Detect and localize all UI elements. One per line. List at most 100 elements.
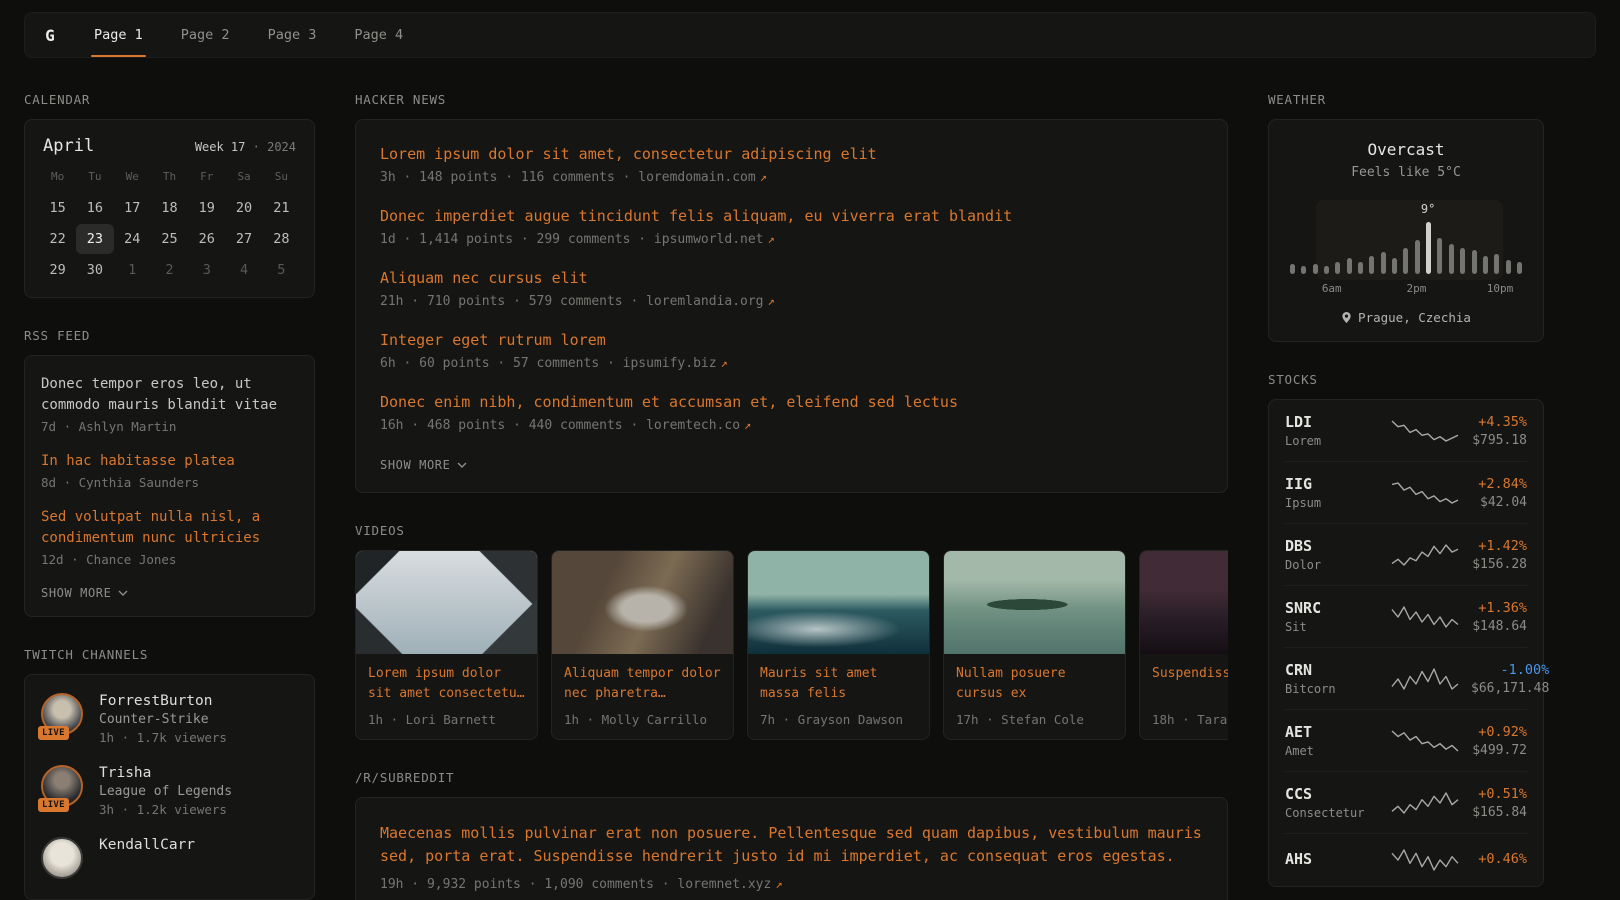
hn-story-title[interactable]: Donec imperdiet augue tincidunt felis al… xyxy=(380,206,1203,227)
tab-page-1[interactable]: Page 1 xyxy=(75,13,162,57)
weather-bar xyxy=(1313,264,1318,274)
calendar-day-header: Fr xyxy=(188,162,225,192)
calendar-day-header: Tu xyxy=(76,162,113,192)
weather-card: Overcast Feels like 5°C 9° 6am 2pm 10pm xyxy=(1268,119,1544,342)
stock-row[interactable]: CRN Bitcorn -1.00% $66,171.48 xyxy=(1285,647,1527,709)
subreddit-post-title[interactable]: Maecenas mollis pulvinar erat non posuer… xyxy=(380,822,1203,869)
rss-item-meta: 8d · Cynthia Saunders xyxy=(41,475,298,490)
videos-widget: VIDEOS Lorem ipsum dolor sit amet consec… xyxy=(355,523,1228,740)
external-link-icon: ↗ xyxy=(744,418,751,432)
twitch-channel[interactable]: LIVE ForrestBurton Counter-Strike 1h · 1… xyxy=(41,693,298,745)
channel-meta: 3h · 1.2k viewers xyxy=(99,802,232,817)
video-card[interactable]: Mauris sit amet massa felis 7h · Grayson… xyxy=(747,550,930,740)
stock-row[interactable]: SNRC Sit +1.36% $148.64 xyxy=(1285,585,1527,647)
twitch-widget: TWITCH CHANNELS LIVE ForrestBurton Count… xyxy=(24,647,315,900)
weather-bars xyxy=(1290,204,1522,274)
hn-story-title[interactable]: Integer eget rutrum lorem xyxy=(380,330,1203,351)
video-meta: 1h · Lori Barnett xyxy=(368,712,525,727)
external-link-icon: ↗ xyxy=(775,877,782,891)
rss-show-more-button[interactable]: SHOW MORE xyxy=(41,584,128,602)
video-title[interactable]: Aliquam tempor dolor nec pharetra… xyxy=(564,664,721,705)
live-badge: LIVE xyxy=(38,798,69,812)
tab-page-4[interactable]: Page 4 xyxy=(335,13,422,57)
calendar-week-label: Week 17 · 2024 xyxy=(195,140,296,154)
video-title[interactable]: Mauris sit amet massa felis xyxy=(760,664,917,705)
calendar-month: April xyxy=(43,136,94,156)
hn-story-meta: 6h · 60 points · 57 comments · ipsumify.… xyxy=(380,356,1203,371)
left-column: CALENDAR April Week 17 · 2024 MoTuWeThFr… xyxy=(24,92,315,900)
stock-name: Lorem xyxy=(1285,434,1379,448)
tab-page-2[interactable]: Page 2 xyxy=(162,13,249,57)
hn-story-title[interactable]: Lorem ipsum dolor sit amet, consectetur … xyxy=(380,144,1203,165)
stock-sparkline xyxy=(1389,604,1461,630)
rss-item-title[interactable]: In hac habitasse platea xyxy=(41,451,298,472)
rss-item-meta: 7d · Ashlyn Martin xyxy=(41,419,298,434)
hn-story-title[interactable]: Aliquam nec cursus elit xyxy=(380,268,1203,289)
video-thumbnail[interactable] xyxy=(552,551,733,654)
video-title[interactable]: Suspendisse diam xyxy=(1152,664,1228,705)
stock-change: +0.51% xyxy=(1471,786,1527,802)
calendar-separator: · xyxy=(253,140,260,154)
video-thumbnail[interactable] xyxy=(944,551,1125,654)
subreddit-widget: /R/SUBREDDIT Maecenas mollis pulvinar er… xyxy=(355,770,1228,900)
stock-row[interactable]: IIG Ipsum +2.84% $42.04 xyxy=(1285,461,1527,523)
stock-row[interactable]: CCS Consectetur +0.51% $165.84 xyxy=(1285,771,1527,833)
hn-show-more-button[interactable]: SHOW MORE xyxy=(380,456,467,474)
video-card[interactable]: Suspendisse diam 18h · Tara xyxy=(1139,550,1228,740)
channel-name[interactable]: KendallCarr xyxy=(99,837,195,853)
subreddit-card: Maecenas mollis pulvinar erat non posuer… xyxy=(355,797,1228,900)
stock-row[interactable]: LDI Lorem +4.35% $795.18 xyxy=(1285,400,1527,461)
avatar xyxy=(41,837,85,881)
video-meta: 1h · Molly Carrillo xyxy=(564,712,721,727)
stock-row[interactable]: DBS Dolor +1.42% $156.28 xyxy=(1285,523,1527,585)
stock-price: $42.04 xyxy=(1471,495,1527,510)
weather-bar xyxy=(1449,244,1454,274)
stock-change: +1.36% xyxy=(1471,600,1527,616)
tab-page-3[interactable]: Page 3 xyxy=(249,13,336,57)
channel-game: Counter-Strike xyxy=(99,712,227,727)
weather-bar xyxy=(1381,252,1386,274)
video-thumbnail[interactable] xyxy=(748,551,929,654)
twitch-channel[interactable]: KendallCarr xyxy=(41,837,298,881)
rss-item-title[interactable]: Sed volutpat nulla nisl, a condimentum n… xyxy=(41,507,298,549)
video-thumbnail[interactable] xyxy=(356,551,537,654)
app-logo[interactable]: G xyxy=(25,13,75,57)
hn-story: Lorem ipsum dolor sit amet, consectetur … xyxy=(380,144,1203,185)
channel-name[interactable]: ForrestBurton xyxy=(99,693,227,709)
hn-story-meta-text: 16h · 468 points · 440 comments · loremt… xyxy=(380,418,740,433)
weather-bar xyxy=(1483,256,1488,274)
rss-widget: RSS FEED Donec tempor eros leo, ut commo… xyxy=(24,328,315,617)
video-card[interactable]: Nullam posuere cursus ex 17h · Stefan Co… xyxy=(943,550,1126,740)
avatar: LIVE xyxy=(41,693,85,737)
calendar-day: 3 xyxy=(188,255,225,285)
stock-row[interactable]: AHS +0.46% xyxy=(1285,833,1527,886)
hn-story-title[interactable]: Donec enim nibh, condimentum et accumsan… xyxy=(380,392,1203,413)
stock-symbol: CRN xyxy=(1285,661,1379,679)
calendar-grid: MoTuWeThFrSaSu15161718192021222324252627… xyxy=(39,162,300,285)
calendar-widget: CALENDAR April Week 17 · 2024 MoTuWeThFr… xyxy=(24,92,315,298)
subreddit-post-meta: 19h · 9,932 points · 1,090 comments · lo… xyxy=(380,877,1203,892)
rss-item: Sed volutpat nulla nisl, a condimentum n… xyxy=(41,507,298,567)
twitch-channel[interactable]: LIVE Trisha League of Legends 3h · 1.2k … xyxy=(41,765,298,817)
video-card[interactable]: Aliquam tempor dolor nec pharetra… 1h · … xyxy=(551,550,734,740)
calendar-day: 19 xyxy=(188,193,225,223)
dashboard-grid: CALENDAR April Week 17 · 2024 MoTuWeThFr… xyxy=(0,58,1620,900)
stocks-card: LDI Lorem +4.35% $795.18 IIG Ipsum xyxy=(1268,399,1544,887)
video-card[interactable]: Lorem ipsum dolor sit amet consectetu… 1… xyxy=(355,550,538,740)
video-title[interactable]: Lorem ipsum dolor sit amet consectetu… xyxy=(368,664,525,705)
calendar-day: 30 xyxy=(76,255,113,285)
rss-item: Donec tempor eros leo, ut commodo mauris… xyxy=(41,374,298,434)
stock-name: Dolor xyxy=(1285,558,1379,572)
calendar-day: 16 xyxy=(76,193,113,223)
calendar-day: 21 xyxy=(263,193,300,223)
hackernews-card: Lorem ipsum dolor sit amet, consectetur … xyxy=(355,119,1228,493)
channel-name[interactable]: Trisha xyxy=(99,765,232,781)
stock-row[interactable]: AET Amet +0.92% $499.72 xyxy=(1285,709,1527,771)
rss-item-title[interactable]: Donec tempor eros leo, ut commodo mauris… xyxy=(41,374,298,416)
subreddit-post: Maecenas mollis pulvinar erat non posuer… xyxy=(380,822,1203,892)
video-title[interactable]: Nullam posuere cursus ex xyxy=(956,664,1113,705)
channel-meta: 1h · 1.7k viewers xyxy=(99,730,227,745)
video-thumbnail[interactable] xyxy=(1140,551,1228,654)
weather-bar xyxy=(1426,222,1431,274)
stock-price: $499.72 xyxy=(1471,743,1527,758)
